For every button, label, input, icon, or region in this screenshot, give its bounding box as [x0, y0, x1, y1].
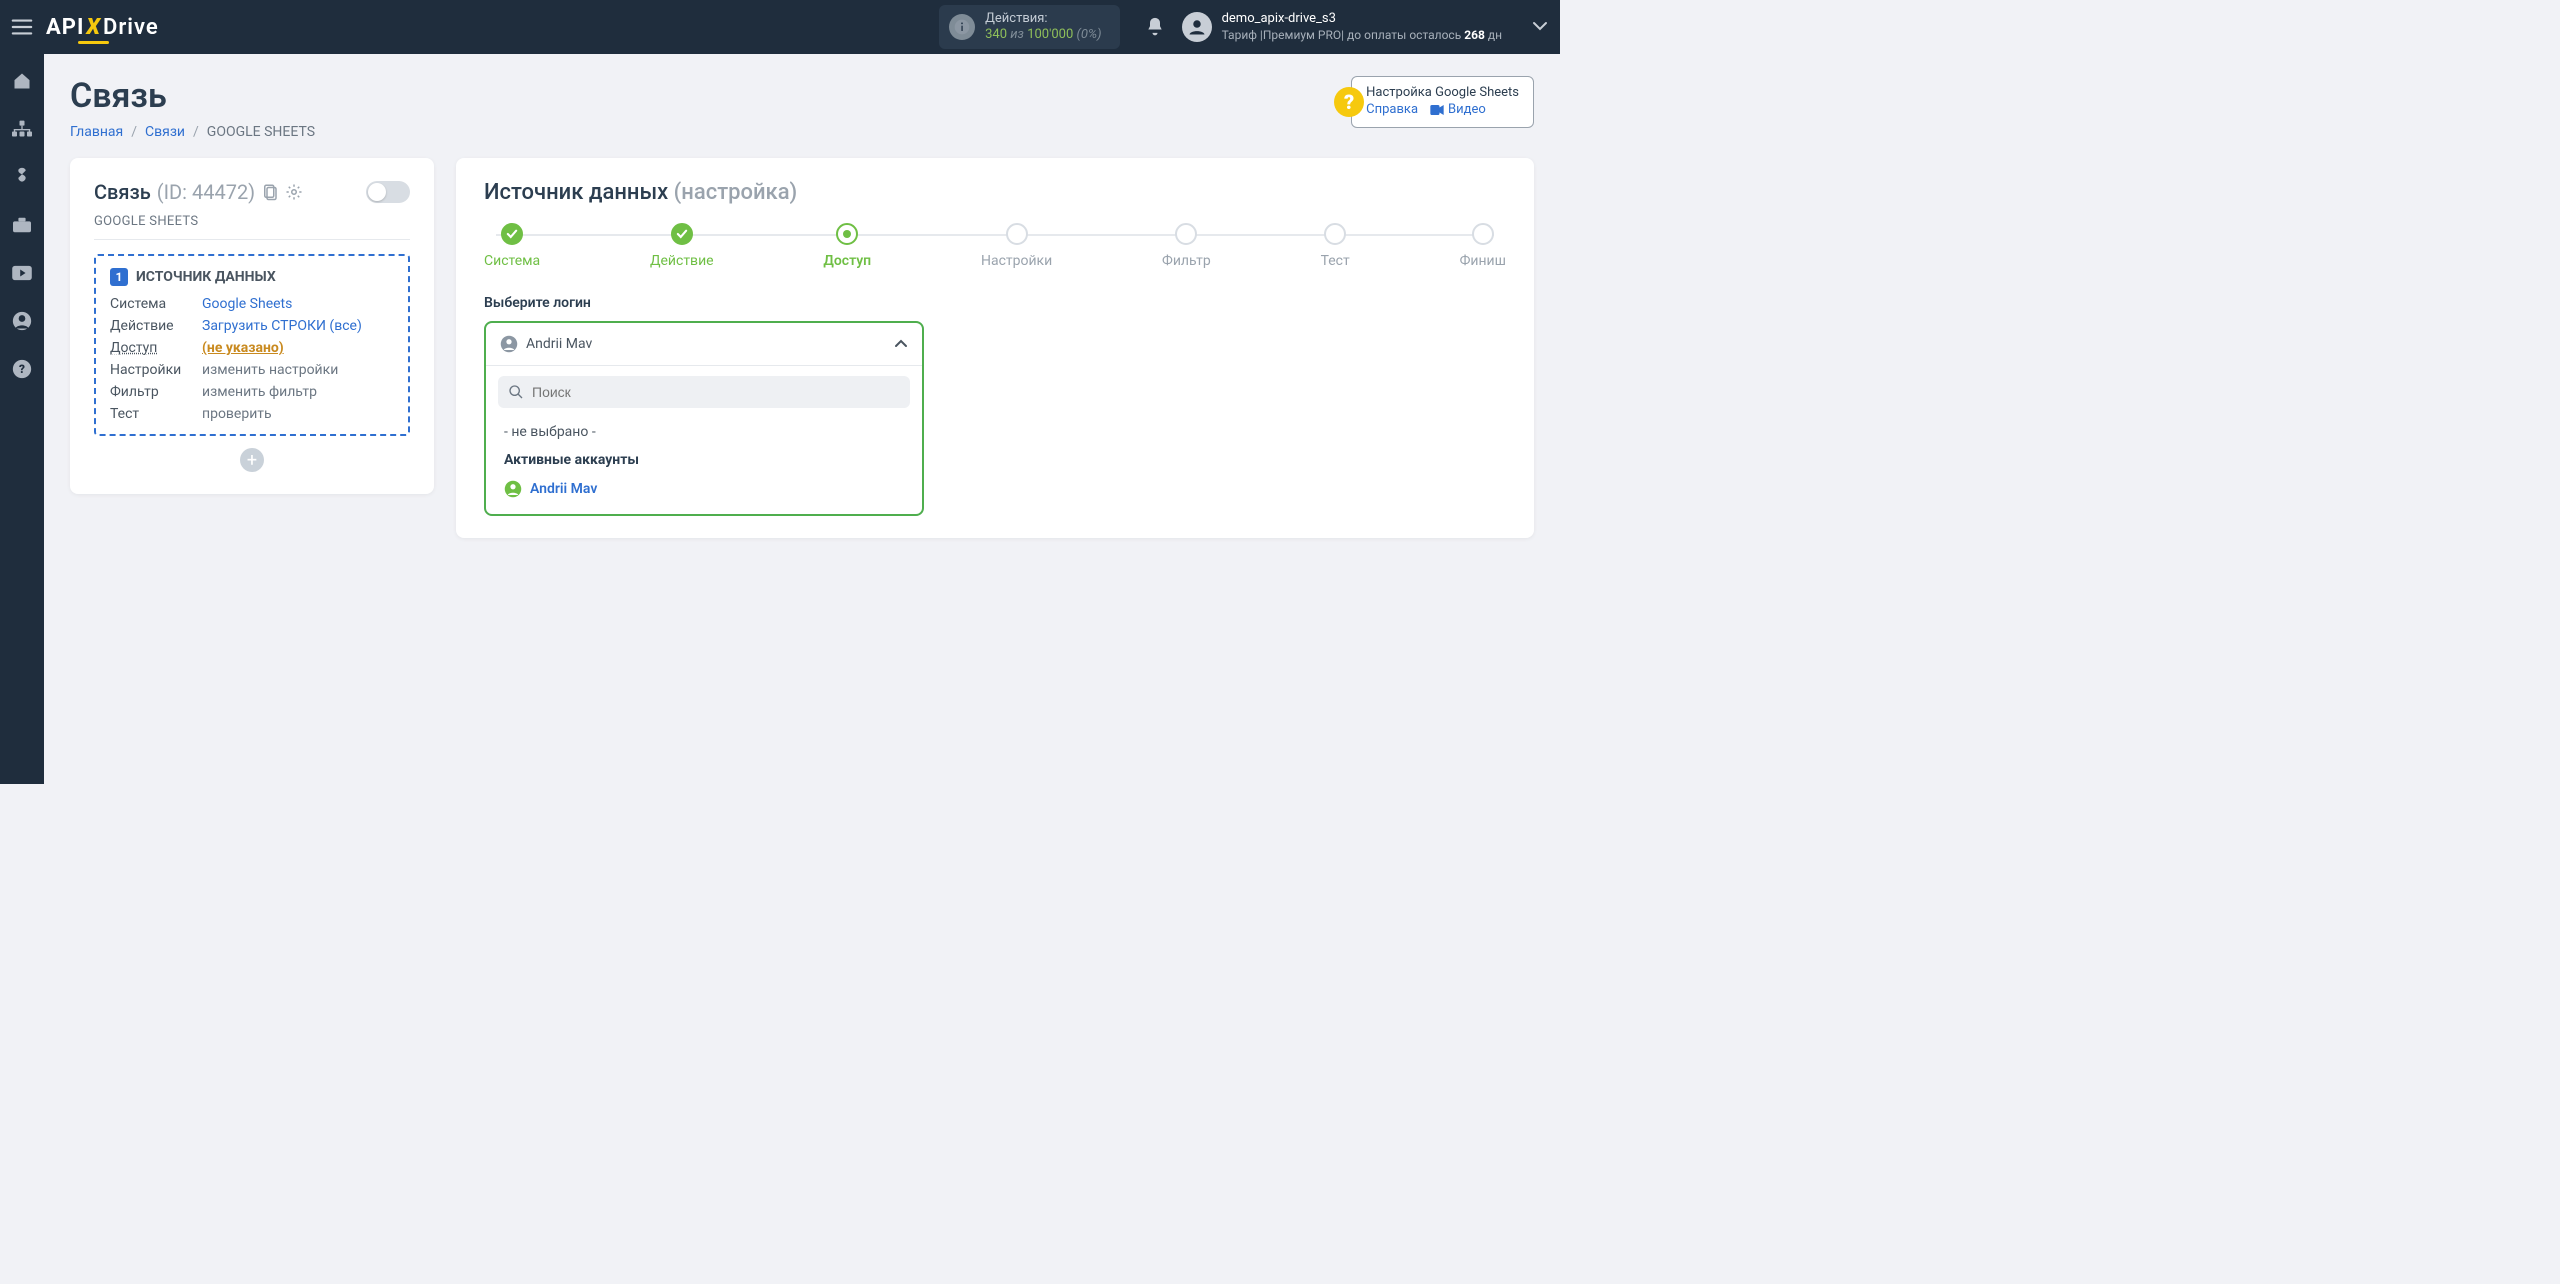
sidebar: ?	[0, 54, 44, 784]
option-none[interactable]: - не выбрано -	[498, 418, 910, 446]
setup-title: Источник данных	[484, 180, 668, 205]
data-source-box[interactable]: 1 ИСТОЧНИК ДАННЫХ Система Google Sheets …	[94, 254, 410, 436]
video-icon	[1430, 105, 1444, 115]
search-icon	[508, 384, 524, 400]
notifications-button[interactable]	[1138, 16, 1172, 38]
connection-toggle[interactable]	[366, 181, 410, 203]
row-action-value[interactable]: Загрузить СТРОКИ (все)	[202, 318, 362, 334]
connection-id: (ID: 44472)	[157, 180, 255, 204]
row-filter-value[interactable]: изменить фильтр	[202, 384, 394, 400]
nav-help[interactable]: ?	[9, 356, 35, 382]
row-test-label: Тест	[110, 406, 202, 422]
profile-menu[interactable]: demo_apix-drive_s3 Тариф |Премиум PRO| д…	[1182, 11, 1502, 42]
row-settings-label: Настройки	[110, 362, 202, 378]
gear-icon[interactable]	[285, 183, 303, 201]
nav-account[interactable]	[9, 308, 35, 334]
actions-used: 340	[985, 27, 1007, 42]
step-action[interactable]: Действие	[650, 223, 714, 269]
actions-label: Действия:	[985, 11, 1101, 27]
chevron-down-icon[interactable]	[1502, 19, 1548, 35]
login-field-label: Выберите логин	[484, 295, 1506, 311]
chevron-up-icon	[894, 336, 908, 352]
step-settings[interactable]: Настройки	[981, 223, 1052, 269]
profile-plan: Тариф |Премиум PRO| до оплаты осталось 2…	[1222, 28, 1502, 43]
help-video-link[interactable]: Видео	[1430, 102, 1486, 119]
breadcrumb: Главная / Связи / GOOGLE SHEETS	[70, 124, 315, 140]
row-filter-label: Фильтр	[110, 384, 202, 400]
option-group-label: Активные аккаунты	[504, 452, 639, 468]
row-settings-value[interactable]: изменить настройки	[202, 362, 394, 378]
source-setup-card: Источник данных (настройка) Система Дейс…	[456, 158, 1534, 538]
row-action-label: Действие	[110, 318, 202, 334]
login-select[interactable]: Andrii Mav - не выбрано - Активные аккау…	[484, 321, 924, 516]
row-system-label: Система	[110, 296, 202, 312]
connection-title: Связь	[94, 180, 151, 204]
page-title: Связь	[70, 76, 315, 116]
connection-card: Связь (ID: 44472) GOOGLE SHEETS 1 ИСТОЧН…	[70, 158, 434, 494]
logo[interactable]: APIXDrive	[46, 15, 159, 40]
step-filter[interactable]: Фильтр	[1162, 223, 1211, 269]
help-reference-link[interactable]: Справка	[1366, 102, 1418, 119]
source-number-badge: 1	[110, 268, 128, 286]
breadcrumb-home[interactable]: Главная	[70, 124, 123, 140]
stepper: Система Действие Доступ Настройки	[484, 223, 1506, 269]
actions-limit: 100'000	[1027, 27, 1073, 42]
nav-projects[interactable]	[9, 212, 35, 238]
actions-percent: (0%)	[1077, 27, 1102, 42]
nav-home[interactable]	[9, 68, 35, 94]
breadcrumb-current: GOOGLE SHEETS	[207, 124, 315, 140]
copy-icon[interactable]	[261, 183, 279, 201]
login-search[interactable]	[498, 376, 910, 408]
help-icon: ?	[1334, 87, 1364, 117]
step-access[interactable]: Доступ	[823, 223, 871, 269]
help-box: ? Настройка Google Sheets Справка Видео	[1351, 76, 1534, 128]
topbar: APIXDrive Действия: 340 из 100'000 (0%) …	[0, 0, 1560, 54]
info-icon	[949, 14, 975, 40]
source-heading: ИСТОЧНИК ДАННЫХ	[136, 269, 276, 285]
connection-subtitle: GOOGLE SHEETS	[94, 214, 410, 229]
content-area: Связь Главная / Связи / GOOGLE SHEETS ? …	[44, 54, 1560, 784]
nav-connections[interactable]	[9, 116, 35, 142]
login-selected-value: Andrii Mav	[526, 336, 886, 352]
person-green-icon	[504, 480, 522, 498]
nav-video[interactable]	[9, 260, 35, 286]
svg-text:?: ?	[19, 362, 25, 376]
row-system-value[interactable]: Google Sheets	[202, 296, 292, 312]
add-destination-button[interactable]: +	[240, 448, 264, 472]
menu-toggle-button[interactable]	[8, 13, 36, 41]
row-access-label: Доступ	[110, 340, 202, 356]
step-test[interactable]: Тест	[1321, 223, 1350, 269]
actions-counter[interactable]: Действия: 340 из 100'000 (0%)	[939, 5, 1119, 50]
person-icon	[500, 335, 518, 353]
row-access-value[interactable]: (не указано)	[202, 340, 284, 356]
profile-name: demo_apix-drive_s3	[1222, 11, 1502, 27]
nav-billing[interactable]	[9, 164, 35, 190]
step-system[interactable]: Система	[484, 223, 540, 269]
setup-subtitle: (настройка)	[674, 180, 798, 205]
row-test-value[interactable]: проверить	[202, 406, 394, 422]
help-title: Настройка Google Sheets	[1366, 85, 1519, 102]
option-account[interactable]: Andrii Mav	[498, 474, 910, 504]
login-select-head[interactable]: Andrii Mav	[486, 323, 922, 365]
actions-of: из	[1010, 27, 1024, 42]
breadcrumb-links[interactable]: Связи	[145, 124, 185, 140]
step-finish[interactable]: Финиш	[1460, 223, 1506, 269]
avatar-icon	[1182, 12, 1212, 42]
login-search-input[interactable]	[532, 384, 900, 400]
